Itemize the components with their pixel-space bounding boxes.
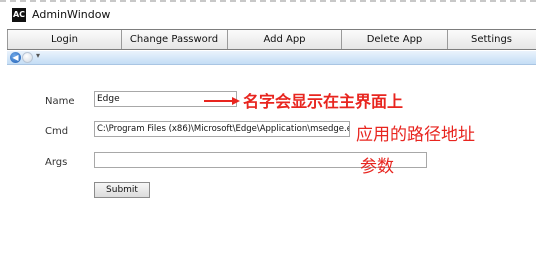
menu-delete-app[interactable]: Delete App [342, 30, 448, 49]
cmd-label: Cmd [45, 126, 69, 137]
args-annotation: 参数 [360, 157, 394, 177]
forward-arrow-icon[interactable] [22, 52, 33, 63]
menu-login[interactable]: Login [7, 30, 122, 49]
name-annotation: 名字会显示在主界面上 [243, 92, 404, 111]
arrow-right-icon [204, 97, 240, 105]
cmd-annotation: 应用的路径地址 [356, 125, 475, 145]
cmd-input[interactable]: C:\Program Files (x86)\Microsoft\Edge\Ap… [94, 121, 350, 137]
args-label: Args [45, 157, 68, 168]
app-logo-icon: AC [12, 8, 26, 22]
back-arrow-icon[interactable]: ◀ [10, 52, 21, 63]
menu-add-app[interactable]: Add App [228, 30, 342, 49]
menu-bar: Login Change Password Add App Delete App… [7, 29, 536, 50]
name-label: Name [45, 96, 75, 107]
window-title: AdminWindow [32, 8, 111, 21]
top-border [0, 0, 536, 2]
menu-change-password[interactable]: Change Password [121, 30, 228, 49]
menu-settings[interactable]: Settings [448, 30, 535, 49]
navigation-bar: ◀ ▾ [7, 51, 536, 65]
chevron-down-icon[interactable]: ▾ [36, 51, 40, 60]
submit-button[interactable]: Submit [94, 182, 150, 198]
title-bar: AC AdminWindow [0, 6, 536, 26]
